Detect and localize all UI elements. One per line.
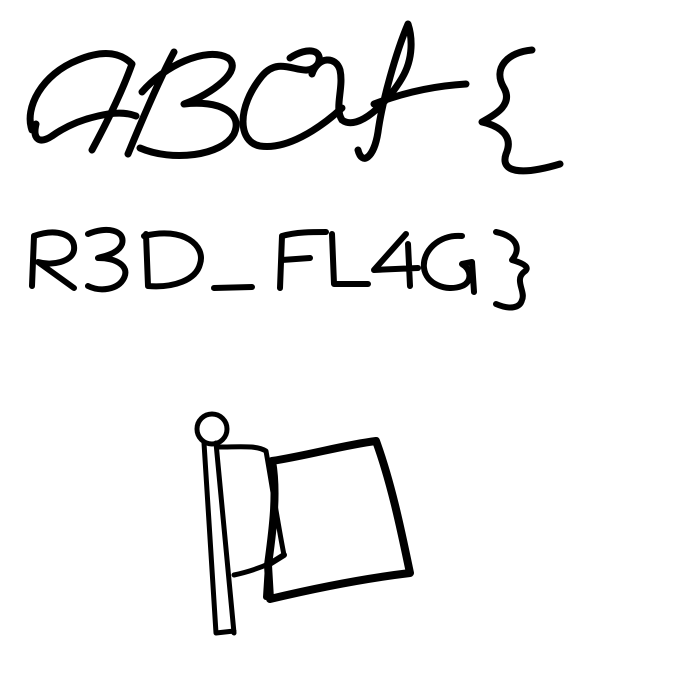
handwritten-line-1: ABCY{	[22, 12, 582, 182]
letter-r	[29, 229, 78, 291]
letter-3	[85, 226, 129, 293]
letter-d	[141, 230, 204, 290]
letter-brace-open	[478, 46, 564, 175]
letter-underscore	[211, 284, 255, 291]
flag-icon	[194, 411, 414, 636]
letter-brace-close	[493, 229, 530, 311]
letter-4	[371, 231, 421, 289]
letter-y	[308, 20, 470, 162]
flag-fold	[263, 552, 287, 600]
flag-pole	[201, 440, 237, 636]
letter-b	[124, 48, 240, 160]
drawing-canvas: ABCY{ R3D_FL4G}	[0, 0, 700, 700]
letter-g	[420, 232, 477, 295]
letter-f	[277, 229, 329, 291]
cursive-letters	[26, 20, 564, 175]
letter-c	[239, 47, 346, 150]
letter-l	[329, 231, 371, 287]
letter-a	[26, 50, 140, 154]
flag-drawing	[180, 405, 430, 645]
flag-front-panel	[264, 437, 414, 603]
print-letters	[29, 226, 530, 311]
flag-pole-ball	[194, 411, 230, 447]
handwritten-line-2: R3D_FL4G}	[26, 212, 566, 322]
